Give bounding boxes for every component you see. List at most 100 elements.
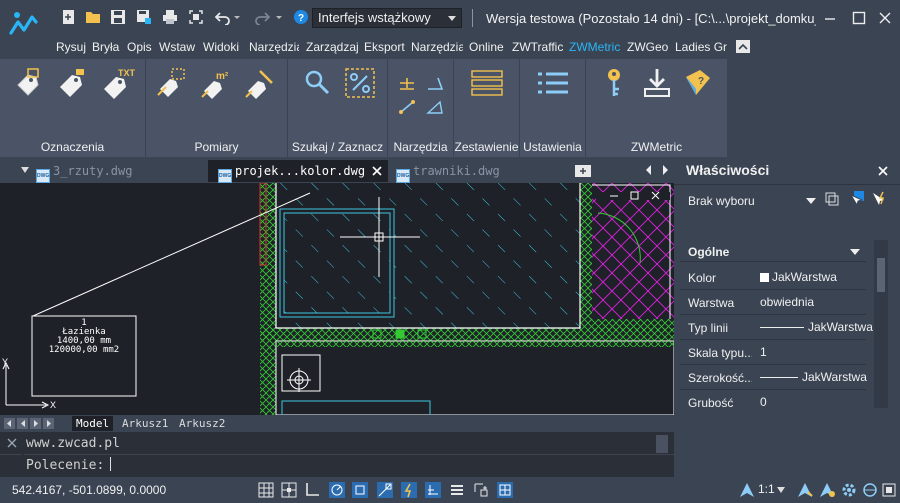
tag-icon[interactable] — [56, 67, 88, 99]
menu-zwtraffic[interactable]: ZWTraffic — [512, 40, 563, 54]
menu-zwgeo[interactable]: ZWGeo — [627, 40, 668, 54]
menu-zarzadzaj[interactable]: Zarządzaj — [306, 40, 358, 54]
menu-narzedzia-2[interactable]: Narzędzia — [411, 40, 463, 54]
prop-row-typ-linii[interactable]: Typ linii JakWarstwa — [680, 315, 873, 340]
tab-list-icon[interactable] — [20, 166, 30, 174]
menu-rysuj[interactable]: Rysuj — [56, 40, 86, 54]
workspace-settings-icon[interactable] — [841, 482, 857, 498]
close-tab-icon[interactable] — [372, 166, 382, 176]
close-icon[interactable] — [877, 10, 893, 26]
tag-area-icon[interactable] — [12, 67, 44, 99]
maximize-icon[interactable] — [851, 10, 867, 26]
selection-dropdown[interactable]: Brak wyboru — [682, 188, 818, 212]
drawing-svg[interactable] — [0, 183, 674, 415]
otrack-icon[interactable] — [377, 482, 393, 498]
workspace-dropdown[interactable]: Interfejs wstążkowy — [312, 8, 462, 28]
new-tab-icon[interactable] — [574, 164, 592, 178]
toggle-pickadd-icon[interactable] — [824, 191, 840, 207]
layout-tab-model[interactable]: Model — [72, 416, 114, 431]
drawing-canvas[interactable]: 1 Łazienka 1400,00 mm 120000,00 mm2 Y X — [0, 183, 674, 415]
help-book-icon[interactable]: ? — [682, 67, 714, 99]
command-scrollbar[interactable] — [656, 435, 668, 453]
dynamic-ucs-icon[interactable] — [401, 482, 417, 498]
angle-tool-icon[interactable] — [426, 75, 444, 91]
snap-icon[interactable] — [281, 482, 297, 498]
annotation-monitor-icon[interactable] — [497, 482, 513, 498]
tab-scroll-left-icon[interactable] — [644, 163, 654, 177]
menu-opis[interactable]: Opis — [127, 40, 152, 54]
window-title: Wersja testowa (Pozostało 14 dni) - [C:\… — [486, 11, 816, 26]
add-tool-icon[interactable] — [398, 75, 416, 91]
tab-projekt-kolor[interactable]: DWG projek...kolor.dwg — [208, 160, 388, 183]
quick-select-icon[interactable] — [871, 191, 887, 207]
ortho-icon[interactable] — [304, 482, 320, 498]
lineweight-icon[interactable] — [449, 482, 465, 498]
menu-bryla[interactable]: Bryła — [92, 40, 119, 54]
menu-ladies-gr[interactable]: Ladies Gr — [675, 40, 727, 54]
open-folder-icon[interactable] — [85, 9, 101, 25]
preview-icon[interactable] — [188, 9, 204, 25]
selection-cycle-icon[interactable] — [473, 482, 489, 498]
close-panel-icon[interactable] — [878, 166, 888, 176]
properties-scrollbar[interactable] — [874, 240, 888, 408]
tab-3-rzuty[interactable]: DWG 3_rzuty.dwg — [36, 160, 206, 183]
menu-eksport[interactable]: Eksport — [364, 40, 405, 54]
help-icon[interactable]: ? — [293, 9, 309, 25]
command-input[interactable]: Polecenie: — [26, 457, 112, 473]
new-file-icon[interactable] — [61, 9, 77, 25]
list-settings-icon[interactable] — [536, 69, 570, 99]
osnap-icon[interactable] — [352, 482, 368, 498]
select-objects-icon[interactable] — [848, 191, 864, 207]
undo-dropdown-icon[interactable] — [232, 9, 242, 25]
tab-scroll-right-icon[interactable] — [660, 163, 670, 177]
fullscreen-icon[interactable] — [882, 482, 896, 498]
polar-icon[interactable] — [329, 482, 345, 498]
layout-tab-arkusz2[interactable]: Arkusz2 — [175, 416, 229, 431]
menu-narzedzia[interactable]: Narzędzia — [249, 40, 299, 54]
prop-row-warstwa[interactable]: Warstwa obwiednia — [680, 290, 866, 315]
download-icon[interactable] — [642, 67, 672, 99]
table-icon[interactable] — [470, 69, 504, 99]
scale-dropdown-icon[interactable] — [777, 487, 785, 493]
measure-length-icon[interactable] — [244, 67, 276, 99]
key-icon[interactable] — [602, 67, 626, 99]
ribbon-collapse-icon[interactable] — [736, 40, 750, 53]
triangle-tool-icon[interactable] — [426, 99, 444, 115]
prop-row-kolor[interactable]: Kolor JakWarstwa — [680, 265, 866, 290]
prop-row-grubosc[interactable]: Grubość 0 — [680, 390, 866, 415]
redo-icon[interactable] — [254, 9, 270, 25]
command-history: www.zwcad.pl — [26, 436, 120, 451]
layout-tab-arkusz1[interactable]: Arkusz1 — [118, 416, 172, 431]
line-tool-icon[interactable] — [398, 99, 416, 115]
measure-area-icon[interactable] — [156, 67, 188, 99]
dynamic-input-icon[interactable] — [425, 482, 441, 498]
grid-icon[interactable] — [258, 482, 274, 498]
scroll-thumb[interactable] — [877, 258, 885, 292]
print-icon[interactable] — [162, 9, 178, 25]
menu-online[interactable]: Online — [469, 40, 504, 54]
scale-value[interactable]: 1:1 — [758, 482, 775, 496]
select-percent-icon[interactable] — [344, 67, 376, 99]
undo-icon[interactable] — [215, 9, 231, 25]
search-icon[interactable] — [302, 67, 332, 97]
prop-row-szerokosc[interactable]: Szerokość... JakWarstwa — [680, 365, 867, 390]
layout-nav-icons[interactable] — [4, 418, 56, 429]
measure-m2-icon[interactable]: m² — [200, 67, 232, 99]
menu-widoki[interactable]: Widoki — [203, 40, 239, 54]
redo-dropdown-icon[interactable] — [274, 9, 284, 25]
menu-wstaw[interactable]: Wstaw — [159, 40, 195, 54]
minimize-icon[interactable] — [822, 10, 838, 26]
save-icon[interactable] — [110, 9, 126, 25]
prop-row-skala-typu[interactable]: Skala typu... 1 — [680, 340, 866, 365]
annotation-scale-icon[interactable] — [738, 482, 756, 498]
tab-trawniki[interactable]: DWG trawniki.dwg — [396, 160, 566, 183]
menu-zwmetric[interactable]: ZWMetric — [569, 40, 620, 54]
save-as-icon[interactable] — [136, 9, 152, 25]
tag-text-icon[interactable]: TXT — [100, 67, 136, 99]
auto-scale-icon[interactable] — [818, 482, 836, 498]
isolate-objects-icon[interactable] — [862, 482, 878, 498]
wall-hatch-right-lower — [592, 319, 674, 331]
section-header[interactable]: Ogólne — [680, 240, 866, 262]
close-command-icon[interactable] — [7, 438, 17, 448]
annotation-visibility-icon[interactable] — [796, 482, 814, 498]
